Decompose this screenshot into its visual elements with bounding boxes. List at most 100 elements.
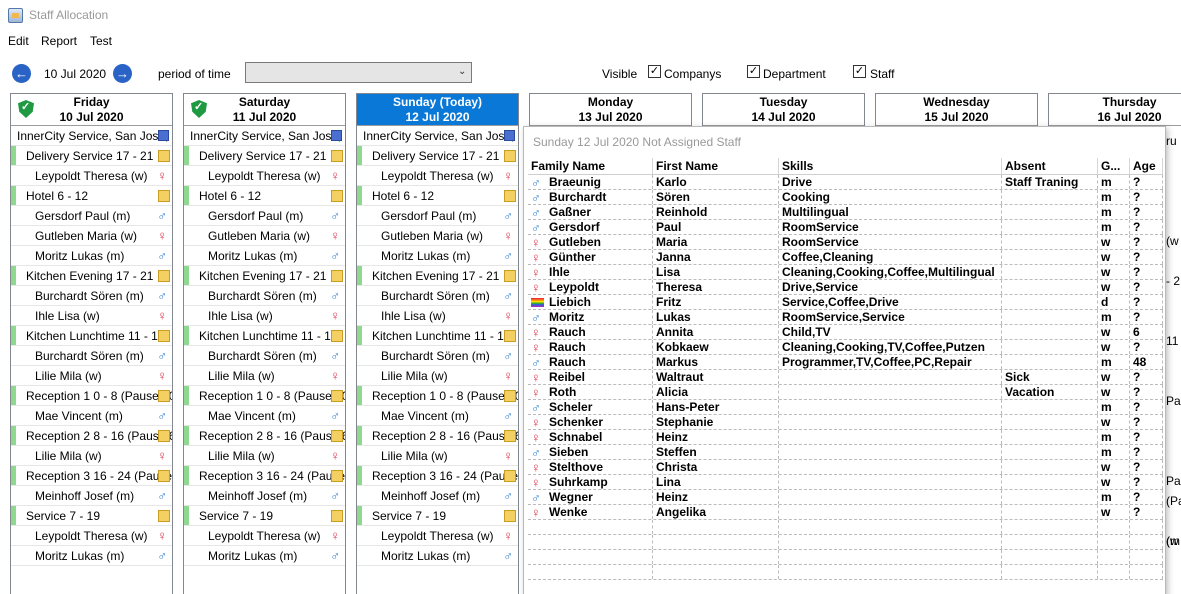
menu-edit[interactable]: Edit (8, 34, 29, 48)
staff-row[interactable]: Meinhoff Josef (m) ♂ (184, 486, 345, 506)
staff-row[interactable]: Moritz Lukas (m) ♂ (184, 546, 345, 566)
shift-row[interactable]: Service 7 - 19 (11, 506, 172, 526)
table-row[interactable]: ♀ Stelthove Christa w? (528, 460, 1163, 475)
shift-row[interactable]: Kitchen Evening 17 - 21 (184, 266, 345, 286)
staff-row[interactable]: Leypoldt Theresa (w) ♀ (184, 526, 345, 546)
staff-row[interactable]: Leypoldt Theresa (w) ♀ (11, 526, 172, 546)
staff-row[interactable]: Burchardt Sören (m) ♂ (184, 286, 345, 306)
day-header[interactable]: Sunday (Today) 12 Jul 2020 (357, 94, 518, 126)
staff-row[interactable]: Burchardt Sören (m) ♂ (357, 286, 518, 306)
companys-checkbox-label[interactable]: Companys (664, 67, 721, 81)
shift-row[interactable]: Reception 2 8 - 16 (Pause 60 (184, 426, 345, 446)
staff-row[interactable]: Leypoldt Theresa (w) ♀ (357, 166, 518, 186)
staff-row[interactable]: Leypoldt Theresa (w) ♀ (357, 526, 518, 546)
table-row[interactable]: ♀ Leypoldt Theresa Drive,Service w? (528, 280, 1163, 295)
staff-row[interactable]: Ihle Lisa (w) ♀ (184, 306, 345, 326)
column-header[interactable]: G... (1098, 158, 1130, 174)
column-header[interactable]: Age (1130, 158, 1163, 174)
day-header[interactable]: Monday 13 Jul 2020 (530, 94, 691, 126)
column-header[interactable]: Skills (779, 158, 1002, 174)
staff-row[interactable]: Gutleben Maria (w) ♀ (11, 226, 172, 246)
staff-row[interactable]: Lilie Mila (w) ♀ (184, 366, 345, 386)
menu-report[interactable]: Report (41, 34, 77, 48)
shift-row[interactable]: Service 7 - 19 (184, 506, 345, 526)
column-header[interactable]: Family Name (528, 158, 653, 174)
shift-row[interactable]: Service 7 - 19 (357, 506, 518, 526)
staff-row[interactable]: Gutleben Maria (w) ♀ (357, 226, 518, 246)
column-header[interactable]: First Name (653, 158, 779, 174)
shift-row[interactable]: Kitchen Evening 17 - 21 (11, 266, 172, 286)
table-row[interactable]: ♂ Scheler Hans-Peter m? (528, 400, 1163, 415)
prev-date-arrow-icon[interactable]: ← (12, 64, 31, 83)
shift-row[interactable]: Hotel 6 - 12 (11, 186, 172, 206)
staff-row[interactable]: Mae Vincent (m) ♂ (357, 406, 518, 426)
staff-row[interactable]: Gersdorf Paul (m) ♂ (357, 206, 518, 226)
menu-test[interactable]: Test (90, 34, 112, 48)
shift-row[interactable]: Reception 2 8 - 16 (Pause 60 (11, 426, 172, 446)
shift-row[interactable]: Reception 1 0 - 8 (Pause 60 (357, 386, 518, 406)
day-header[interactable]: Tuesday 14 Jul 2020 (703, 94, 864, 126)
shift-row[interactable]: Reception 3 16 - 24 (Pause 6 (11, 466, 172, 486)
shift-row[interactable]: Delivery Service 17 - 21 (184, 146, 345, 166)
staff-row[interactable]: Burchardt Sören (m) ♂ (184, 346, 345, 366)
company-row[interactable]: InnerCity Service, San José, CA (11, 126, 172, 146)
table-row[interactable]: ♂ Gersdorf Paul RoomService m? (528, 220, 1163, 235)
staff-row[interactable]: Lilie Mila (w) ♀ (11, 446, 172, 466)
table-row[interactable]: ♂ Rauch Markus Programmer,TV,Coffee,PC,Repa… (528, 355, 1163, 370)
day-header[interactable]: Wednesday 15 Jul 2020 (876, 94, 1037, 126)
shift-row[interactable]: Hotel 6 - 12 (357, 186, 518, 206)
table-row[interactable]: ♀ Schnabel Heinz m? (528, 430, 1163, 445)
staff-row[interactable]: Leypoldt Theresa (w) ♀ (184, 166, 345, 186)
staff-row[interactable]: Meinhoff Josef (m) ♂ (357, 486, 518, 506)
table-row[interactable]: ♂ Wegner Heinz m? (528, 490, 1163, 505)
staff-row[interactable]: Mae Vincent (m) ♂ (184, 406, 345, 426)
staff-row[interactable]: Moritz Lukas (m) ♂ (357, 246, 518, 266)
shift-row[interactable]: Reception 1 0 - 8 (Pause 60 (11, 386, 172, 406)
staff-row[interactable]: Leypoldt Theresa (w) ♀ (11, 166, 172, 186)
staff-row[interactable]: Gutleben Maria (w) ♀ (184, 226, 345, 246)
shift-row[interactable]: Reception 2 8 - 16 (Pause 60 (357, 426, 518, 446)
shift-row[interactable]: Reception 3 16 - 24 (Pause 6 (357, 466, 518, 486)
staff-row[interactable]: Meinhoff Josef (m) ♂ (11, 486, 172, 506)
staff-row[interactable]: Burchardt Sören (m) ♂ (11, 346, 172, 366)
table-row[interactable]: ♀ Roth Alicia Vacation w? (528, 385, 1163, 400)
table-row[interactable]: ♂ Braeunig Karlo Drive Staff Traning m? (528, 175, 1163, 190)
table-row[interactable]: ♀ Rauch Kobkaew Cleaning,Cooking,TV,Coffee,… (528, 340, 1163, 355)
table-row[interactable]: ♂ Sieben Steffen m? (528, 445, 1163, 460)
staff-row[interactable]: Moritz Lukas (m) ♂ (357, 546, 518, 566)
staff-row[interactable]: Ihle Lisa (w) ♀ (357, 306, 518, 326)
staff-row[interactable]: Moritz Lukas (m) ♂ (184, 246, 345, 266)
shift-row[interactable]: Kitchen Lunchtime 11 - 13 (357, 326, 518, 346)
staff-row[interactable]: Lilie Mila (w) ♀ (357, 366, 518, 386)
shift-row[interactable]: Delivery Service 17 - 21 (11, 146, 172, 166)
company-row[interactable]: InnerCity Service, San José, CA (184, 126, 345, 146)
staff-checkbox[interactable]: ✓ (853, 65, 866, 78)
staff-checkbox-label[interactable]: Staff (870, 67, 894, 81)
shift-row[interactable]: Reception 1 0 - 8 (Pause 60 (184, 386, 345, 406)
day-header[interactable]: Saturday11 Jul 2020 (184, 94, 345, 126)
table-row[interactable]: Liebich Fritz Service,Coffee,Drive d? (528, 295, 1163, 310)
shift-row[interactable]: Delivery Service 17 - 21 (357, 146, 518, 166)
column-header[interactable]: Absent (1002, 158, 1098, 174)
shift-row[interactable]: Kitchen Evening 17 - 21 (357, 266, 518, 286)
staff-row[interactable]: Burchardt Sören (m) ♂ (11, 286, 172, 306)
staff-row[interactable]: Mae Vincent (m) ♂ (11, 406, 172, 426)
shift-row[interactable]: Kitchen Lunchtime 11 - 13 (184, 326, 345, 346)
day-header[interactable]: Thursday 16 Jul 2020 (1049, 94, 1181, 126)
staff-row[interactable]: Burchardt Sören (m) ♂ (357, 346, 518, 366)
staff-row[interactable]: Moritz Lukas (m) ♂ (11, 546, 172, 566)
companys-checkbox[interactable]: ✓ (648, 65, 661, 78)
staff-row[interactable]: Gersdorf Paul (m) ♂ (11, 206, 172, 226)
shift-row[interactable]: Reception 3 16 - 24 (Pause 6 (184, 466, 345, 486)
staff-row[interactable]: Ihle Lisa (w) ♀ (11, 306, 172, 326)
next-date-arrow-icon[interactable]: → (113, 64, 132, 83)
table-row[interactable]: ♀ Günther Janna Coffee,Cleaning w? (528, 250, 1163, 265)
table-row[interactable]: ♀ Gutleben Maria RoomService w? (528, 235, 1163, 250)
staff-row[interactable]: Lilie Mila (w) ♀ (11, 366, 172, 386)
shift-row[interactable]: Kitchen Lunchtime 11 - 13 (11, 326, 172, 346)
staff-row[interactable]: Lilie Mila (w) ♀ (184, 446, 345, 466)
table-row[interactable]: ♀ Rauch Annita Child,TV w 6 (528, 325, 1163, 340)
staff-row[interactable]: Moritz Lukas (m) ♂ (11, 246, 172, 266)
staff-row[interactable]: Gersdorf Paul (m) ♂ (184, 206, 345, 226)
day-header[interactable]: Friday10 Jul 2020 (11, 94, 172, 126)
